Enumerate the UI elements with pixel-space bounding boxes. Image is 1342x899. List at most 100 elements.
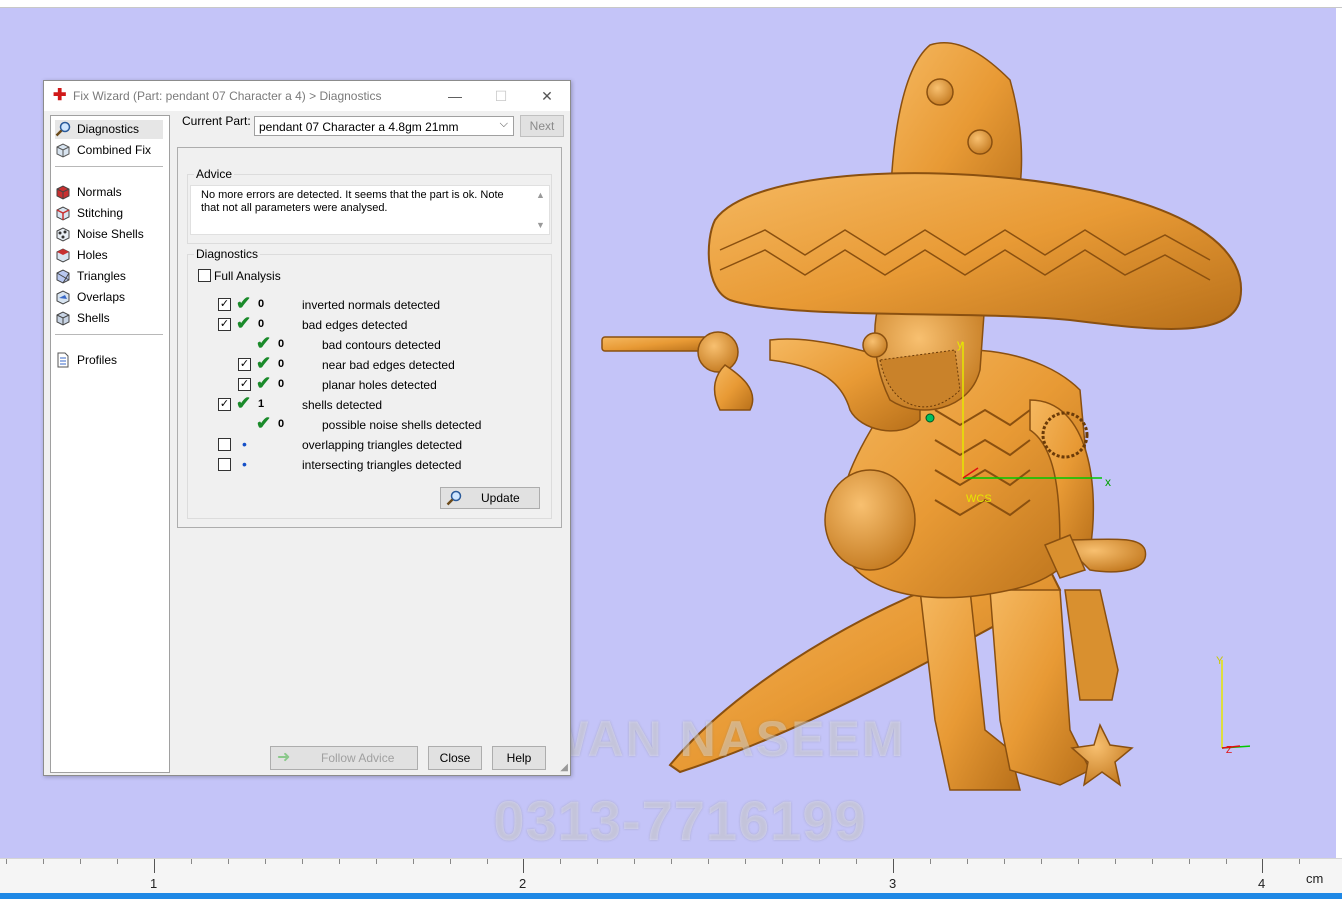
wizard-nav: Diagnostics Combined Fix Normals Stitchi…: [50, 115, 170, 773]
advice-scrollbar[interactable]: ▲ ▼: [533, 187, 548, 233]
advice-textbox[interactable]: No more errors are detected. It seems th…: [190, 185, 550, 235]
nav-item-diagnostics[interactable]: Diagnostics: [55, 120, 163, 139]
nav-item-stitching[interactable]: Stitching: [55, 204, 163, 223]
diagnostics-panel: Advice No more errors are detected. It s…: [177, 147, 562, 528]
nav-item-label: Diagnostics: [77, 122, 140, 136]
diagnostic-row-overlapping-triangles: • overlapping triangles detected: [188, 436, 548, 454]
green-check-icon: ✔: [256, 413, 272, 433]
diagnostic-row-bad-contours: ✔ 0 bad contours detected: [188, 334, 548, 354]
diagnostic-checkbox[interactable]: [218, 458, 231, 471]
normals-cube-icon: [56, 185, 70, 200]
fix-wizard-dialog: ✚ Fix Wizard (Part: pendant 07 Character…: [43, 80, 571, 776]
full-analysis-row: Full Analysis: [188, 267, 548, 285]
current-part-value: pendant 07 Character a 4.8gm 21mm: [259, 120, 459, 134]
dialog-title: Fix Wizard (Part: pendant 07 Character a…: [73, 89, 382, 103]
diagnostic-label: intersecting triangles detected: [302, 458, 462, 472]
advice-text: No more errors are detected. It seems th…: [201, 189, 504, 214]
diagnostic-label: bad edges detected: [302, 318, 408, 332]
diagnostics-title: Diagnostics: [194, 247, 261, 261]
green-check-icon: ✔: [236, 293, 252, 313]
mini-axis-z-label: Z: [1226, 745, 1232, 756]
nav-item-label: Overlaps: [77, 290, 126, 304]
diagnostic-row-shells: ✓ ✔ 1 shells detected: [188, 393, 548, 414]
minimize-button[interactable]: —: [432, 81, 478, 111]
nav-item-profiles[interactable]: Profiles: [55, 351, 163, 370]
diagnostic-row-bad-edges: ✓ ✔ 0 bad edges detected: [188, 313, 548, 334]
diagnostic-checkbox[interactable]: ✓: [218, 398, 231, 411]
nav-item-label: Noise Shells: [77, 227, 144, 241]
cube-icon: [56, 143, 70, 158]
help-button[interactable]: Help: [492, 746, 546, 770]
document-icon: [57, 352, 69, 368]
scroll-down-icon[interactable]: ▼: [536, 220, 545, 230]
diagnostic-checkbox[interactable]: ✓: [218, 318, 231, 331]
nav-item-label: Normals: [77, 185, 122, 199]
3d-model-figure[interactable]: y x WCS Y X Z: [590, 30, 1250, 810]
full-analysis-checkbox[interactable]: [198, 269, 211, 282]
dialog-titlebar[interactable]: ✚ Fix Wizard (Part: pendant 07 Character…: [44, 81, 570, 111]
nav-item-label: Shells: [77, 311, 110, 325]
nav-item-triangles[interactable]: Triangles: [55, 267, 163, 286]
ruler-label-1: 1: [150, 876, 158, 891]
chevron-down-icon: ⌵: [499, 118, 508, 130]
nav-item-combined-fix[interactable]: Combined Fix: [55, 141, 163, 160]
nav-item-label: Holes: [77, 248, 108, 262]
current-part-select[interactable]: pendant 07 Character a 4.8gm 21mm ⌵: [254, 116, 514, 136]
update-button[interactable]: Update: [440, 487, 540, 509]
diagnostic-count: 0: [278, 358, 285, 370]
nav-item-label: Combined Fix: [77, 143, 152, 157]
green-check-icon: ✔: [256, 373, 272, 393]
diagnostic-row-intersecting-triangles: • intersecting triangles detected: [188, 456, 548, 474]
current-part-label: Current Part:: [182, 114, 251, 128]
shells-cube-icon: [56, 311, 70, 326]
nav-item-overlaps[interactable]: Overlaps: [55, 288, 163, 307]
close-button[interactable]: Close: [428, 746, 482, 770]
diagnostic-checkbox[interactable]: ✓: [238, 378, 251, 391]
magnifier-icon: [55, 121, 71, 137]
green-check-icon: ✔: [236, 393, 252, 413]
diagnostic-label: inverted normals detected: [302, 298, 441, 312]
green-check-icon: ✔: [236, 313, 252, 333]
close-window-button[interactable]: ✕: [524, 81, 570, 111]
nav-item-shells[interactable]: Shells: [55, 309, 163, 328]
dialog-body: Diagnostics Combined Fix Normals Stitchi…: [44, 111, 570, 775]
maximize-button[interactable]: ☐: [478, 81, 524, 111]
pending-dot-icon: •: [242, 436, 247, 452]
nav-item-normals[interactable]: Normals: [55, 183, 163, 202]
ruler-label-3: 3: [889, 876, 897, 891]
full-analysis-label: Full Analysis: [214, 269, 281, 283]
diagnostic-row-near-bad-edges: ✓ ✔ 0 near bad edges detected: [188, 353, 548, 374]
ruler-label-2: 2: [519, 876, 527, 891]
stitching-cube-icon: [56, 206, 70, 221]
diagnostics-group: Diagnostics Full Analysis ✓ ✔ 0 inverted…: [187, 247, 552, 519]
diagnostic-count: 0: [278, 378, 285, 390]
nav-item-noise-shells[interactable]: Noise Shells: [55, 225, 163, 244]
diagnostic-row-planar-holes: ✓ ✔ 0 planar holes detected: [188, 373, 548, 394]
noise-shells-icon: [56, 227, 70, 242]
nav-item-holes[interactable]: Holes: [55, 246, 163, 265]
ruler-unit: cm: [1306, 871, 1324, 886]
wcs-axis-y-label: y: [957, 337, 963, 351]
green-check-icon: ✔: [256, 353, 272, 373]
follow-advice-button[interactable]: ➜ Follow Advice: [270, 746, 418, 770]
viewport-right-edge: [1336, 8, 1342, 858]
nav-separator: [55, 166, 163, 167]
ruler-label-4: 4: [1258, 876, 1266, 891]
diagnostic-checkbox[interactable]: ✓: [218, 298, 231, 311]
next-button[interactable]: Next: [520, 115, 564, 137]
resize-grip-icon[interactable]: ◢: [560, 762, 568, 773]
nav-item-label: Stitching: [77, 206, 124, 220]
diagnostic-count: 1: [258, 398, 265, 410]
scroll-up-icon[interactable]: ▲: [536, 190, 545, 200]
taskbar-strip: [0, 893, 1342, 899]
top-toolbar-strip: [0, 0, 1342, 8]
follow-advice-label: Follow Advice: [321, 751, 395, 765]
diagnostic-label: overlapping triangles detected: [302, 438, 463, 452]
diagnostic-checkbox[interactable]: ✓: [238, 358, 251, 371]
diagnostic-checkbox[interactable]: [218, 438, 231, 451]
diagnostic-label: planar holes detected: [322, 378, 437, 392]
magnifier-icon: [446, 490, 462, 506]
diagnostic-count: 0: [278, 338, 285, 350]
nav-separator: [55, 334, 163, 335]
arrow-right-icon: ➜: [277, 749, 291, 766]
